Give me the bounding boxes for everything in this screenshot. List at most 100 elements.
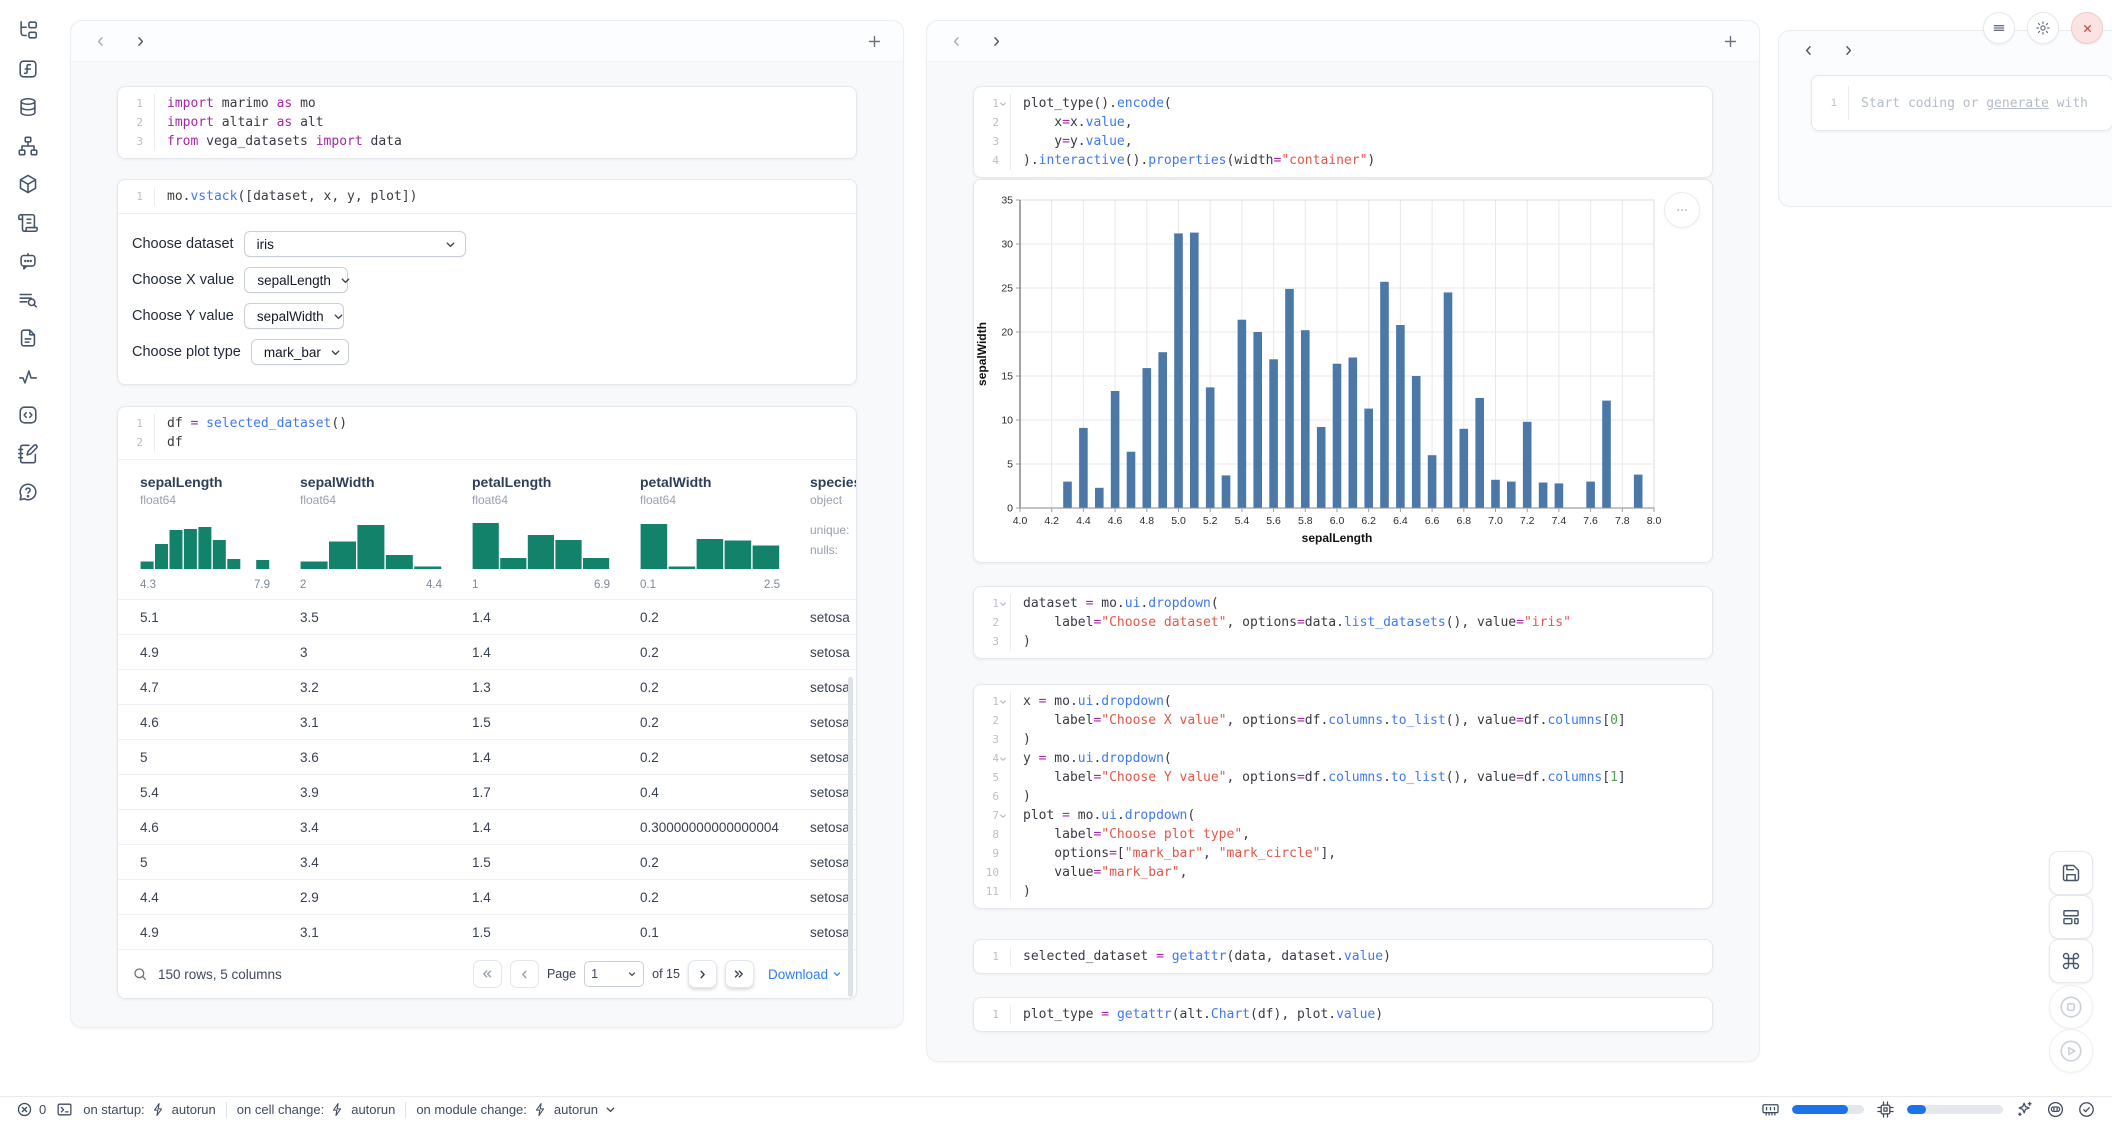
table-scrollbar[interactable] xyxy=(848,677,853,997)
column-next-icon[interactable] xyxy=(129,30,151,52)
fold-chevron-icon[interactable] xyxy=(999,697,1008,706)
code-editor[interactable]: 1x = mo.ui.dropdown(2 label="Choose X va… xyxy=(974,685,1712,908)
rail-logs-icon[interactable] xyxy=(14,209,42,237)
control-row: Choose datasetiris xyxy=(132,226,856,262)
rail-scratchpad-icon[interactable] xyxy=(14,440,42,468)
line-number: 1 xyxy=(983,947,999,966)
fold-chevron-icon xyxy=(999,156,1008,165)
fold-chevron-icon[interactable] xyxy=(999,754,1008,763)
code-editor[interactable]: 1plot_type = getattr(alt.Chart(df), plot… xyxy=(974,998,1712,1031)
code-editor[interactable]: 1mo.vstack([dataset, x, y, plot]) xyxy=(118,180,856,213)
column-header-petalWidth[interactable]: petalWidthfloat640.12.5 xyxy=(640,474,810,591)
command-palette-button[interactable] xyxy=(2049,939,2093,983)
code-line: 1plot_type().encode( xyxy=(974,94,1712,113)
prev-page-button[interactable] xyxy=(510,960,539,988)
fold-chevron-icon xyxy=(999,868,1008,877)
stop-button[interactable] xyxy=(2049,985,2093,1029)
empty-code-cell[interactable]: 1 Start coding or generate with xyxy=(1811,75,2112,131)
table-cell: 5.1 xyxy=(140,610,300,625)
rail-documentation-icon[interactable] xyxy=(14,324,42,352)
dataset-select[interactable]: iris xyxy=(244,231,466,257)
table-cell: 4.9 xyxy=(140,645,300,660)
panel-prev-icon[interactable] xyxy=(1797,39,1819,61)
column-header-species[interactable]: speciesobjectunique:nulls: xyxy=(810,474,856,591)
copilot-icon[interactable] xyxy=(2046,1100,2065,1119)
rail-chat-icon[interactable] xyxy=(14,247,42,275)
gear-icon[interactable] xyxy=(2027,12,2059,44)
code-text: value="mark_bar", xyxy=(1011,863,1187,882)
table-cell: 3.1 xyxy=(300,925,472,940)
column-next-icon[interactable] xyxy=(985,30,1007,52)
select-value: sepalLength xyxy=(257,273,331,288)
rail-outline-icon[interactable] xyxy=(14,286,42,314)
fold-chevron-icon xyxy=(143,438,152,447)
code-text: label="Choose plot type", xyxy=(1011,825,1250,844)
column-dtype: float64 xyxy=(140,493,300,507)
download-button[interactable]: Download xyxy=(768,967,842,982)
svg-text:0: 0 xyxy=(1007,503,1013,515)
next-page-button[interactable] xyxy=(688,960,717,988)
line-gutter: 1 xyxy=(974,594,1011,613)
run-button[interactable] xyxy=(2049,1029,2093,1073)
panel-next-icon[interactable] xyxy=(1837,39,1859,61)
table-cell: 1.5 xyxy=(472,925,640,940)
column-prev-icon[interactable] xyxy=(89,30,111,52)
add-cell-icon[interactable] xyxy=(1719,30,1741,52)
page-select[interactable]: 1 xyxy=(584,961,644,987)
code-editor[interactable]: 1import marimo as mo2import altair as al… xyxy=(118,87,856,158)
plot-type-select[interactable]: mark_bar xyxy=(251,339,349,365)
fold-chevron-icon[interactable] xyxy=(999,99,1008,108)
rail-snippets-icon[interactable] xyxy=(14,401,42,429)
error-count-badge[interactable]: 0 xyxy=(16,1101,46,1118)
code-text: plot = mo.ui.dropdown( xyxy=(1011,806,1195,825)
run-mode-1[interactable]: on startup:autorun xyxy=(83,1102,216,1117)
chevron-down-icon xyxy=(339,274,352,287)
run-mode-3[interactable]: on module change:autorun xyxy=(416,1102,617,1117)
rail-help-icon[interactable] xyxy=(14,478,42,506)
bolt-icon xyxy=(330,1102,345,1117)
fold-chevron-icon[interactable] xyxy=(999,599,1008,608)
search-icon[interactable] xyxy=(132,966,148,982)
fold-chevron-icon[interactable] xyxy=(999,811,1008,820)
generate-link[interactable]: generate xyxy=(1986,96,2049,111)
altair-bar-chart[interactable]: 4.04.24.44.64.85.05.25.45.65.86.06.26.46… xyxy=(974,186,1712,563)
x-value-select[interactable]: sepalLength xyxy=(244,267,348,293)
ai-sparkles-icon[interactable] xyxy=(2015,1100,2034,1119)
rail-file-tree-icon[interactable] xyxy=(14,16,42,44)
code-editor[interactable]: 1dataset = mo.ui.dropdown(2 label="Choos… xyxy=(974,587,1712,658)
rail-functions-icon[interactable] xyxy=(14,55,42,83)
select-value: iris xyxy=(257,237,274,252)
chart-actions-icon[interactable] xyxy=(1664,192,1700,228)
cell-xy-plot-dropdowns: 1x = mo.ui.dropdown(2 label="Choose X va… xyxy=(973,684,1713,909)
code-editor[interactable]: 1selected_dataset = getattr(data, datase… xyxy=(974,940,1712,973)
rail-packages-icon[interactable] xyxy=(14,170,42,198)
code-editor[interactable]: 1df = selected_dataset()2df xyxy=(118,407,856,459)
rail-database-icon[interactable] xyxy=(14,93,42,121)
rail-tracing-icon[interactable] xyxy=(14,363,42,391)
column-header-sepalLength[interactable]: sepalLengthfloat644.37.9 xyxy=(140,474,300,591)
first-page-button[interactable] xyxy=(473,960,502,988)
run-mode-2[interactable]: on cell change:autorun xyxy=(237,1102,396,1117)
connection-status-icon[interactable] xyxy=(2077,1100,2096,1119)
line-gutter: 1 xyxy=(974,947,1011,966)
code-text: ).interactive().properties(width="contai… xyxy=(1011,151,1375,170)
table-cell: 3.4 xyxy=(300,855,472,870)
column-prev-icon[interactable] xyxy=(945,30,967,52)
code-editor[interactable]: 1plot_type().encode(2 x=x.value,3 y=y.va… xyxy=(974,87,1712,177)
y-value-select[interactable]: sepalWidth xyxy=(244,303,344,329)
terminal-icon[interactable] xyxy=(56,1101,73,1118)
chevron-down-icon xyxy=(444,238,457,251)
last-page-button[interactable] xyxy=(725,960,754,988)
rail-dependencies-icon[interactable] xyxy=(14,132,42,160)
layout-button[interactable] xyxy=(2049,895,2093,939)
svg-text:5: 5 xyxy=(1007,459,1013,471)
menu-icon[interactable] xyxy=(1983,12,2015,44)
close-icon[interactable] xyxy=(2071,12,2103,44)
control-label: Choose Y value xyxy=(132,308,234,324)
histogram-range: 24.4 xyxy=(300,579,442,591)
column-header-sepalWidth[interactable]: sepalWidthfloat6424.4 xyxy=(300,474,472,591)
add-cell-icon[interactable] xyxy=(863,30,885,52)
table-cell: 5 xyxy=(140,750,300,765)
save-button[interactable] xyxy=(2049,851,2093,895)
column-header-petalLength[interactable]: petalLengthfloat6416.9 xyxy=(472,474,640,591)
